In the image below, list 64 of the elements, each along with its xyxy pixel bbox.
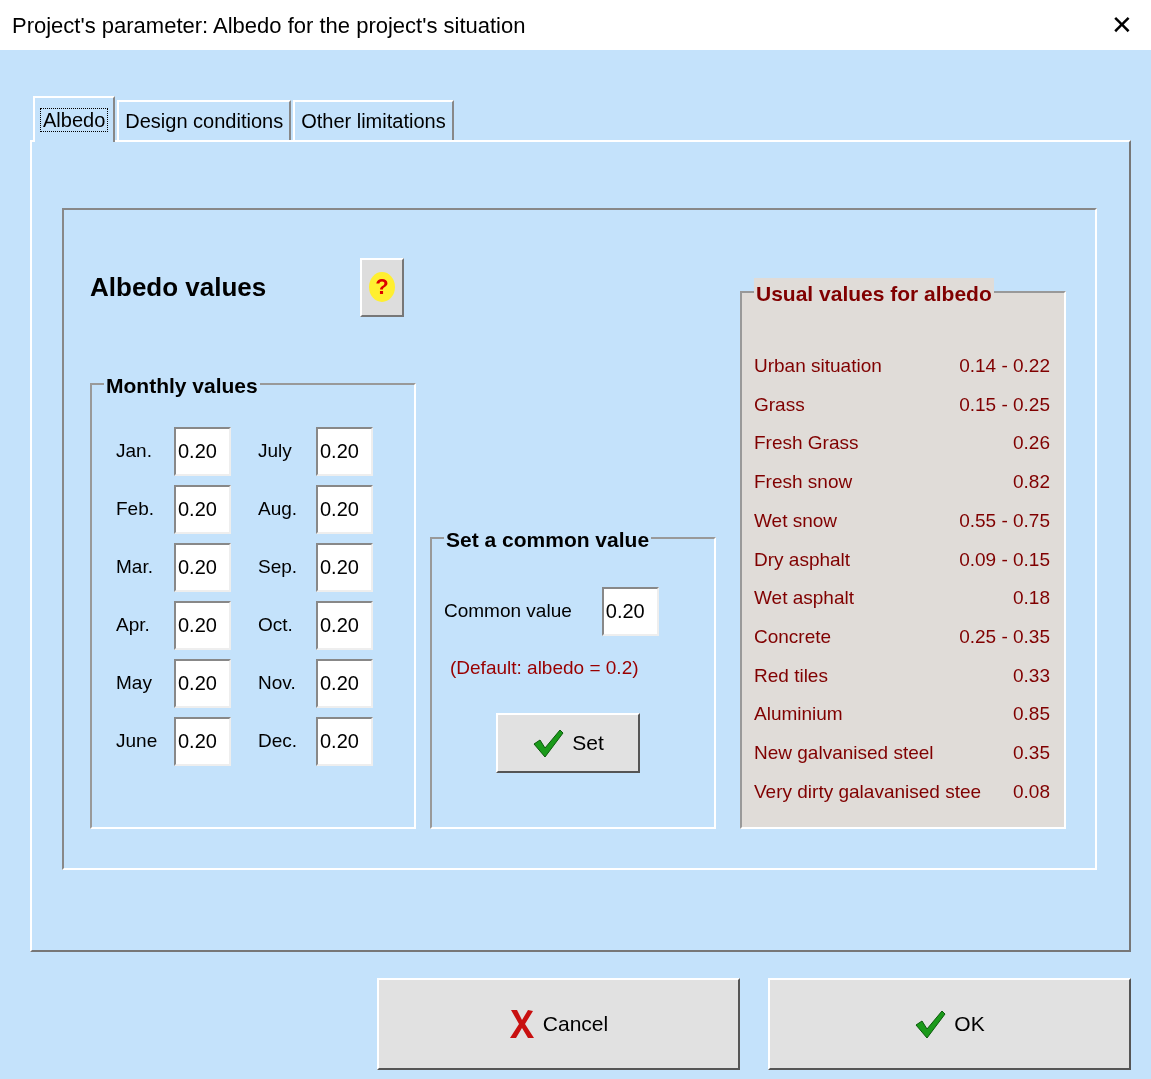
month-value-field[interactable]: 0.20 — [174, 427, 231, 476]
albedo-value: 0.09 - 0.15 — [959, 547, 1050, 572]
month-value-field[interactable]: 0.20 — [316, 485, 373, 534]
albedo-value: 0.15 - 0.25 — [959, 392, 1050, 417]
field-label: Common value — [444, 599, 572, 624]
month-label: Mar. — [116, 555, 154, 580]
window-title: Project's parameter: Albedo for the project's situation — [12, 11, 526, 40]
common-value-field[interactable]: 0.20 — [601, 587, 659, 636]
albedo-material: Red tiles — [754, 663, 828, 688]
default-note: (Default: albedo = 0.2) — [450, 657, 639, 678]
month-value-field[interactable]: 0.20 — [174, 601, 231, 650]
set-button[interactable]: Set — [496, 712, 640, 773]
albedo-value: 0.85 — [1013, 702, 1050, 727]
tab[interactable]: Other limitations — [293, 100, 454, 140]
close-button[interactable]: ✕ — [1105, 5, 1139, 45]
month-value-field[interactable]: 0.20 — [316, 427, 373, 476]
month-value-field[interactable]: 0.20 — [174, 485, 231, 534]
month-value-field[interactable]: 0.20 — [316, 659, 373, 708]
albedo-material: Dry asphalt — [754, 547, 851, 572]
albedo-value: 0.82 — [1013, 470, 1050, 495]
section-heading: Albedo values — [90, 270, 268, 304]
month-label: June — [116, 729, 159, 754]
albedo-material: Wet snow — [754, 508, 838, 533]
help-button[interactable]: ? — [360, 257, 404, 317]
month-value-field[interactable]: 0.20 — [316, 601, 373, 650]
month-value-field[interactable]: 0.20 — [316, 717, 373, 766]
albedo-value: 0.35 — [1013, 740, 1050, 765]
albedo-value: 0.18 — [1013, 586, 1050, 611]
albedo-material: Fresh snow — [754, 470, 853, 495]
albedo-material: Very dirty galavanised stee — [754, 779, 982, 804]
tab[interactable]: Albedo — [33, 96, 116, 142]
month-label: Feb. — [116, 497, 156, 522]
month-label: July — [258, 439, 293, 464]
albedo-value: 0.14 - 0.22 — [959, 354, 1050, 379]
cancel-button[interactable]: Cancel — [377, 978, 740, 1070]
month-value-field[interactable]: 0.20 — [174, 717, 231, 766]
albedo-value: 0.26 — [1013, 431, 1050, 456]
albedo-material: Urban situation — [754, 354, 882, 379]
month-value-field[interactable]: 0.20 — [174, 659, 231, 708]
albedo-material: Aluminium — [754, 702, 843, 727]
albedo-material: New galvanised steel — [754, 740, 934, 765]
month-label: Aug. — [258, 497, 299, 522]
month-label: Jan. — [116, 439, 153, 464]
month-label: Oct. — [258, 613, 294, 638]
tab[interactable]: Design conditions — [117, 100, 292, 140]
month-label: May — [116, 671, 153, 696]
albedo-value: 0.08 — [1013, 779, 1050, 804]
month-value-field[interactable]: 0.20 — [174, 543, 231, 592]
check-icon — [914, 1009, 947, 1039]
albedo-value: 0.55 - 0.75 — [959, 508, 1050, 533]
month-label: Apr. — [116, 613, 151, 638]
month-label: Sep. — [258, 555, 299, 580]
cross-icon — [508, 1008, 535, 1040]
albedo-value: 0.25 - 0.35 — [959, 624, 1050, 649]
month-value-field[interactable]: 0.20 — [316, 543, 373, 592]
albedo-material: Concrete — [754, 624, 832, 649]
albedo-material: Wet asphalt — [754, 586, 854, 611]
albedo-material: Fresh Grass — [754, 431, 859, 456]
ok-button[interactable]: OK — [768, 978, 1131, 1070]
check-icon — [532, 727, 565, 758]
albedo-value: 0.33 — [1013, 663, 1050, 688]
month-label: Dec. — [258, 729, 299, 754]
month-label: Nov. — [258, 671, 297, 696]
albedo-material: Grass — [754, 392, 805, 417]
